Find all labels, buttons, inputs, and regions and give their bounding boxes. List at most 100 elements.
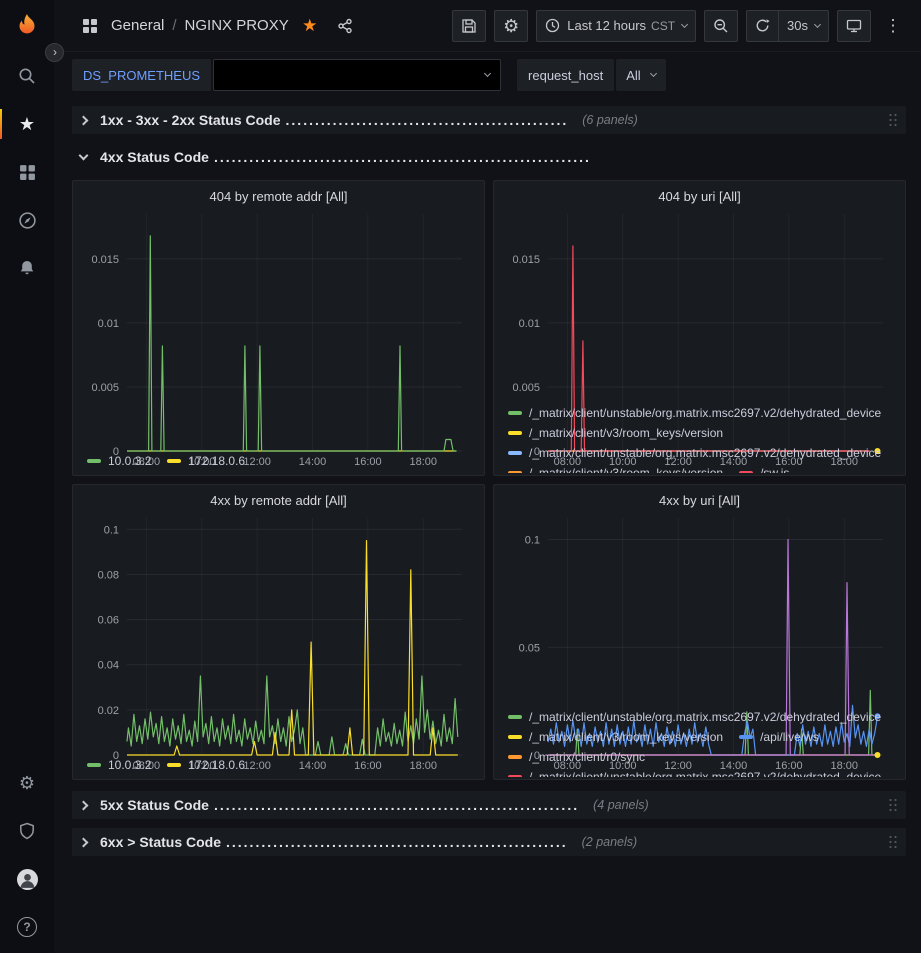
legend-label: /_matrix/client/unstable/org.matrix.msc2… — [529, 403, 881, 423]
svg-text:0.06: 0.06 — [98, 615, 119, 627]
sidebar-item-server-admin[interactable] — [0, 807, 54, 855]
grafana-app: ★ ⚙ ? › General — [0, 0, 921, 953]
panel-legend: /_matrix/client/unstable/org.matrix.msc2… — [502, 401, 897, 473]
row-panel-count: (6 panels) — [582, 113, 638, 127]
row-title: 5xx Status Code — [100, 797, 209, 813]
shield-icon — [18, 822, 36, 840]
legend-item[interactable]: 10.0.3.2 — [87, 451, 151, 471]
star-icon: ★ — [19, 115, 35, 133]
chevron-right-icon — [79, 837, 89, 847]
panel-legend: /_matrix/client/unstable/org.matrix.msc2… — [502, 705, 897, 777]
chart-404-by-uri[interactable]: 08:0010:0012:0014:0016:0018:0000.0050.01… — [502, 206, 897, 401]
legend-item[interactable]: /_matrix/client/v3/room_keys/version — [508, 463, 723, 473]
sidebar-item-search[interactable] — [0, 52, 54, 100]
sidebar-item-configuration[interactable]: ⚙ — [0, 759, 54, 807]
share-button[interactable] — [331, 12, 359, 40]
breadcrumb-folder[interactable]: General — [111, 17, 164, 34]
sidebar-item-profile[interactable] — [0, 855, 54, 903]
refresh-group: 30s — [746, 10, 829, 42]
timezone-label: CST — [651, 19, 675, 33]
kebab-menu-button[interactable]: ⋮ — [879, 12, 907, 40]
row-5xx[interactable]: 5xx Status Code ........................… — [72, 791, 906, 819]
svg-text:0.04: 0.04 — [98, 660, 119, 672]
panel-title[interactable]: 404 by remote addr [All] — [81, 185, 476, 206]
zoom-out-icon — [713, 18, 729, 34]
legend-item[interactable]: /_matrix/client/unstable/org.matrix.msc2… — [508, 403, 881, 423]
row-drag-handle[interactable] — [888, 112, 898, 128]
row-title: 1xx - 3xx - 2xx Status Code — [100, 112, 281, 128]
legend-label: /api/live/ws — [760, 727, 819, 747]
time-range-picker[interactable]: Last 12 hours CST — [536, 10, 696, 42]
chart-404-by-remote-addr[interactable]: 08:0010:0012:0014:0016:0018:0000.0050.01… — [81, 206, 476, 449]
panel-title[interactable]: 4xx by remote addr [All] — [81, 489, 476, 510]
legend-item[interactable]: /_matrix/client/unstable/org.matrix.msc2… — [508, 707, 881, 727]
save-dashboard-button[interactable] — [452, 10, 486, 42]
refresh-button[interactable] — [746, 10, 778, 42]
legend-item[interactable]: 10.0.3.2 — [87, 755, 151, 775]
panel-title[interactable]: 4xx by uri [All] — [502, 489, 897, 510]
tv-mode-button[interactable] — [837, 10, 871, 42]
legend-item[interactable]: /_matrix/client/v3/room_keys/version — [508, 727, 723, 747]
grafana-flame-icon — [12, 12, 42, 42]
sidebar-item-explore[interactable] — [0, 196, 54, 244]
svg-text:0.01: 0.01 — [519, 318, 540, 330]
svg-text:0.005: 0.005 — [512, 382, 540, 394]
panel-4xx-by-remote-addr: 4xx by remote addr [All] 08:0010:0012:00… — [72, 484, 485, 780]
sidebar-expand-button[interactable]: › — [45, 43, 64, 62]
sidebar-item-dashboards[interactable] — [0, 148, 54, 196]
legend-swatch — [508, 735, 522, 739]
refresh-interval-dropdown[interactable]: 30s — [778, 10, 829, 42]
grafana-logo[interactable] — [10, 10, 44, 44]
dashboards-icon — [19, 164, 36, 181]
timeseries-plot[interactable]: 08:0010:0012:0014:0016:0018:0000.0050.01… — [81, 206, 476, 469]
chevron-right-icon — [79, 800, 89, 810]
legend-label: /_matrix/client/unstable/org.matrix.msc2… — [529, 707, 881, 727]
legend-swatch — [508, 471, 522, 473]
legend-item[interactable]: /_matrix/client/v3/room_keys/version — [508, 423, 723, 443]
legend-item[interactable]: 172.18.0.6 — [167, 451, 245, 471]
row-drag-handle[interactable] — [888, 797, 898, 813]
timeseries-plot[interactable]: 08:0010:0012:0014:0016:0018:0000.020.040… — [81, 510, 476, 773]
sidebar-item-alerting[interactable] — [0, 244, 54, 292]
drag-dots-icon — [888, 834, 898, 850]
main-area: General / NGINX PROXY ★ ⚙ Last 12 hours … — [54, 0, 921, 953]
sidebar-item-starred[interactable]: ★ — [0, 100, 54, 148]
zoom-out-button[interactable] — [704, 10, 738, 42]
svg-text:0.005: 0.005 — [91, 382, 119, 394]
legend-item[interactable]: /_matrix/client/unstable/org.matrix.msc2… — [508, 767, 881, 777]
legend-label: /_matrix/client/r0/sync — [529, 747, 645, 767]
breadcrumb-separator: / — [172, 17, 176, 34]
request-host-value: All — [626, 68, 640, 83]
datasource-value — [224, 60, 475, 90]
row-title-dots: ........................................… — [214, 797, 579, 813]
legend-item[interactable]: /_matrix/client/unstable/org.matrix.msc2… — [508, 443, 881, 463]
header-actions: ⚙ Last 12 hours CST 30s — [452, 10, 907, 42]
datasource-dropdown[interactable] — [213, 59, 501, 91]
favorite-star-button[interactable]: ★ — [296, 12, 324, 40]
legend-item[interactable]: 172.18.0.6 — [167, 755, 245, 775]
legend-item[interactable]: /sw.js — [739, 463, 789, 473]
chevron-down-icon — [79, 150, 89, 160]
clock-icon — [545, 18, 560, 33]
panel-title[interactable]: 404 by uri [All] — [502, 185, 897, 206]
dashboard-settings-button[interactable]: ⚙ — [494, 10, 528, 42]
chart-4xx-by-uri[interactable]: 08:0010:0012:0014:0016:0018:0000.050.1 — [502, 510, 897, 705]
chevron-down-icon — [681, 20, 688, 27]
row-1xx-3xx-2xx[interactable]: 1xx - 3xx - 2xx Status Code ............… — [72, 106, 906, 134]
row-4xx[interactable]: 4xx Status Code ........................… — [72, 143, 906, 171]
search-icon — [18, 67, 36, 85]
row-6xx[interactable]: 6xx > Status Code ......................… — [72, 828, 906, 856]
chart-4xx-by-remote-addr[interactable]: 08:0010:0012:0014:0016:0018:0000.020.040… — [81, 510, 476, 753]
legend-item[interactable]: /_matrix/client/r0/sync — [508, 747, 645, 767]
legend-label: /_matrix/client/unstable/org.matrix.msc2… — [529, 767, 881, 777]
legend-label: 10.0.3.2 — [108, 451, 151, 471]
chevron-down-icon — [484, 70, 491, 77]
request-host-dropdown[interactable]: All — [616, 59, 665, 91]
sidebar-item-help[interactable]: ? — [0, 903, 54, 951]
star-icon: ★ — [302, 17, 317, 34]
legend-swatch — [739, 471, 753, 473]
legend-item[interactable]: /api/live/ws — [739, 727, 819, 747]
legend-swatch — [739, 735, 753, 739]
legend-label: /_matrix/client/v3/room_keys/version — [529, 423, 723, 443]
row-drag-handle[interactable] — [888, 834, 898, 850]
